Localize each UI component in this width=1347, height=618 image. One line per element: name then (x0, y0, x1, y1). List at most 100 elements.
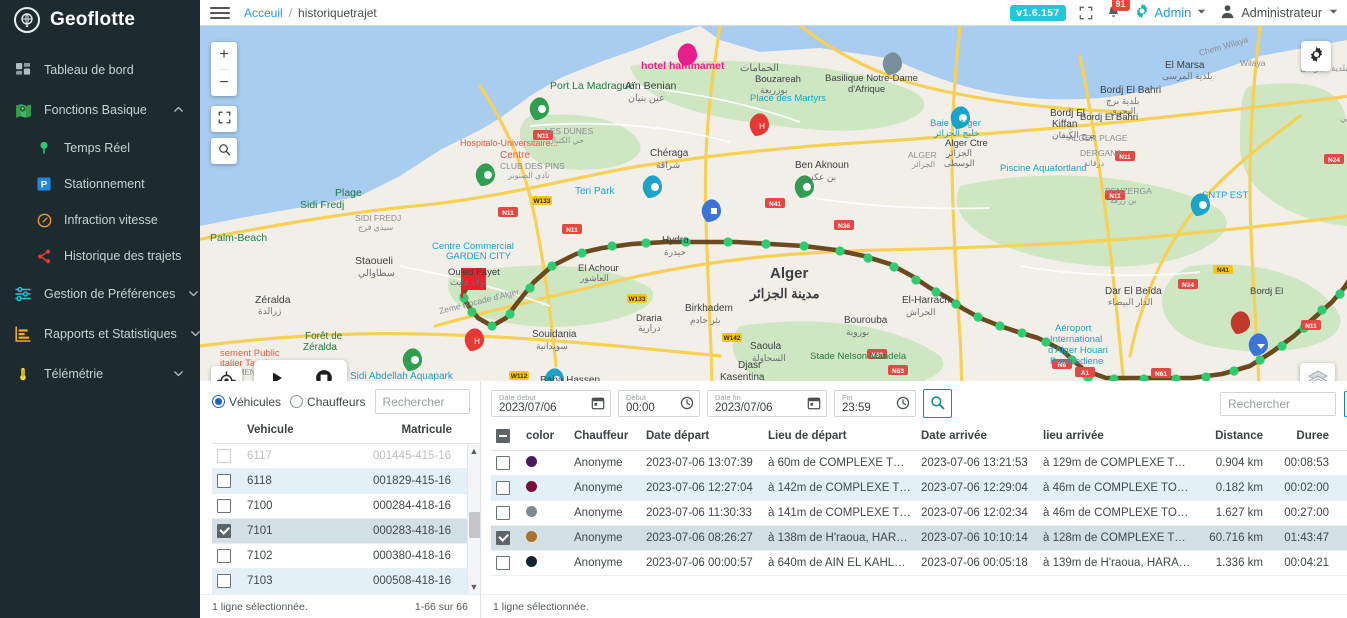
admin-menu[interactable]: Admin (1134, 3, 1208, 22)
calendar-icon[interactable] (591, 396, 605, 413)
vehicle-list-scroll[interactable]: 6117 001445-415-16 6118 001829-415-16 7100 00… (200, 444, 480, 594)
table-row[interactable]: Anonyme 2023-07-06 11:30:33 à 141m de COMP… (491, 500, 1347, 526)
date-start-field[interactable]: Date debut 2023/07/06 (491, 390, 611, 417)
sidebar-item-dashboard[interactable]: Tableau de bord (0, 50, 200, 90)
row-checkbox-cell[interactable] (212, 568, 242, 594)
row-checkbox-cell[interactable] (212, 543, 242, 569)
breadcrumb-home[interactable]: Acceuil (244, 6, 283, 20)
svg-text:SIDI FREDJ: SIDI FREDJ (355, 213, 401, 223)
table-row[interactable]: Anonyme 2023-07-06 13:07:39 à 60m de COMPL… (491, 450, 1347, 476)
stop-button[interactable] (305, 360, 343, 381)
time-start-field[interactable]: Début 00:00 (618, 390, 700, 417)
row-checkbox-cell[interactable] (212, 518, 242, 544)
zoom-in-button[interactable]: + (219, 42, 229, 70)
svg-text:Boumediene: Boumediene (1050, 356, 1103, 367)
row-checkbox[interactable] (496, 556, 510, 570)
clock-icon[interactable] (896, 396, 910, 413)
radio-chauffeurs[interactable]: Chauffeurs (290, 395, 366, 409)
bottom-panels: Véhicules Chauffeurs Vehicu (200, 381, 1347, 618)
clock-icon[interactable] (680, 396, 694, 413)
sidebar-item-gestion-de-preferences[interactable]: Gestion de Préférences (0, 274, 200, 314)
scrollbar-thumb[interactable] (468, 512, 480, 538)
vehicle-search-input[interactable] (374, 389, 470, 414)
brand[interactable]: Geoflotte (0, 0, 200, 40)
chevron-down-icon[interactable]: ▼ (470, 580, 479, 594)
row-checkbox[interactable] (217, 524, 231, 538)
sidebar-item-fonctions-basique[interactable]: Fonctions Basique (0, 90, 200, 130)
map-locate-button[interactable] (211, 366, 242, 381)
select-all-checkbox[interactable] (496, 429, 510, 443)
zoom-out-button[interactable]: − (219, 70, 228, 97)
table-row[interactable]: 6118 001829-415-16 (212, 468, 467, 494)
row-checkbox-cell[interactable] (491, 550, 521, 576)
sidebar-item-label: Stationnement (64, 177, 145, 191)
row-checkbox[interactable] (217, 499, 231, 513)
map-canvas[interactable]: H H N11 N11 N41 N11 N36 N11 N11 N24 N24 … (200, 26, 1347, 381)
table-row[interactable]: 7100 000284-418-16 (212, 493, 467, 519)
trip-col-duree: Duree (1268, 425, 1334, 451)
vehicle-panel-footer: 1 ligne sélectionnée. 1-66 sur 66 (200, 594, 480, 618)
row-checkbox-cell[interactable] (491, 500, 521, 526)
row-checkbox-cell[interactable] (491, 525, 521, 551)
table-row[interactable]: 7101 000283-418-16 (212, 518, 467, 544)
map-fullscreen-button[interactable] (211, 106, 237, 133)
search-icon (930, 395, 945, 413)
cell-matricule: 000283-418-16 (337, 518, 467, 544)
fullscreen-icon[interactable] (1079, 6, 1093, 20)
svg-text:Sidi Abdellah Aquapark: Sidi Abdellah Aquapark (350, 371, 454, 381)
sidebar-item-rapports-et-statistiques[interactable]: Rapports et Statistiques (0, 314, 200, 354)
table-row[interactable]: Anonyme 2023-07-06 12:27:04 à 142m de COMP… (491, 475, 1347, 501)
sidebar-item-infraction-vitesse[interactable]: Infraction vitesse (0, 202, 200, 238)
row-checkbox[interactable] (217, 574, 231, 588)
row-checkbox[interactable] (496, 506, 510, 520)
svg-text:Piscine Aquafortland: Piscine Aquafortland (1000, 163, 1087, 174)
table-row[interactable]: 7103 000508-418-16 (212, 568, 467, 594)
svg-text:W133: W133 (534, 198, 551, 205)
trip-search-input[interactable] (1220, 391, 1336, 416)
playback-controls[interactable] (254, 360, 347, 381)
table-row[interactable]: Anonyme 2023-07-06 00:00:57 à 640m de AIN … (491, 550, 1347, 576)
cell-date-arrivee: 2023-07-06 13:21:53 (916, 450, 1038, 476)
row-checkbox[interactable] (217, 474, 231, 488)
map-container[interactable]: H H N11 N11 N41 N11 N36 N11 N11 N24 N24 … (200, 26, 1347, 381)
date-end-field[interactable]: Date fin 2023/07/06 (707, 390, 827, 417)
trip-col-select-all[interactable] (491, 425, 521, 451)
sidebar-item-stationnement[interactable]: P Stationnement (0, 166, 200, 202)
hamburger-icon[interactable] (210, 3, 230, 23)
row-checkbox-cell[interactable] (212, 468, 242, 494)
row-checkbox[interactable] (496, 481, 510, 495)
svg-text:الدار البيضاء: الدار البيضاء (1108, 297, 1153, 308)
map-search-button[interactable] (211, 138, 237, 165)
radio-vehicules[interactable]: Véhicules (212, 395, 281, 409)
color-swatch (526, 531, 537, 542)
vehicle-list-scrollbar[interactable]: ▲ ▼ (467, 444, 480, 594)
chevron-up-icon[interactable]: ▲ (470, 444, 479, 458)
row-checkbox[interactable] (217, 449, 231, 463)
parking-icon: P (36, 176, 52, 192)
play-button[interactable] (258, 360, 296, 381)
sidebar-item-telemetrie[interactable]: Télémétrie (0, 354, 200, 394)
svg-text:N11: N11 (1305, 323, 1317, 330)
vehicle-col-matricule: Matricule (337, 420, 480, 444)
row-checkbox-cell[interactable] (212, 444, 242, 469)
map-zoom-controls[interactable]: + − (211, 42, 237, 97)
table-row[interactable]: Anonyme 2023-07-06 08:26:27 à 138m de H'ra… (491, 525, 1347, 551)
time-end-field[interactable]: Fin 23:59 (834, 390, 916, 417)
svg-text:CLUB DES PINS: CLUB DES PINS (500, 161, 565, 171)
trip-search-button[interactable] (923, 389, 952, 418)
map-settings-button[interactable] (1301, 41, 1331, 72)
sidebar-item-temps-reel[interactable]: Temps Réel (0, 130, 200, 166)
sidebar-item-historique-des-trajets[interactable]: Historique des trajets (0, 238, 200, 274)
row-checkbox-cell[interactable] (491, 450, 521, 476)
user-menu[interactable]: Administrateur (1220, 4, 1339, 22)
table-row[interactable]: 7102 000380-418-16 (212, 543, 467, 569)
calendar-icon[interactable] (807, 396, 821, 413)
row-checkbox-cell[interactable] (491, 475, 521, 501)
row-checkbox[interactable] (217, 549, 231, 563)
map-layers-button[interactable] (1300, 363, 1335, 381)
row-checkbox[interactable] (496, 456, 510, 470)
row-checkbox-cell[interactable] (212, 493, 242, 519)
row-checkbox[interactable] (496, 531, 510, 545)
table-row[interactable]: 6117 001445-415-16 (212, 444, 467, 469)
bell-icon[interactable]: 91 (1106, 0, 1130, 20)
